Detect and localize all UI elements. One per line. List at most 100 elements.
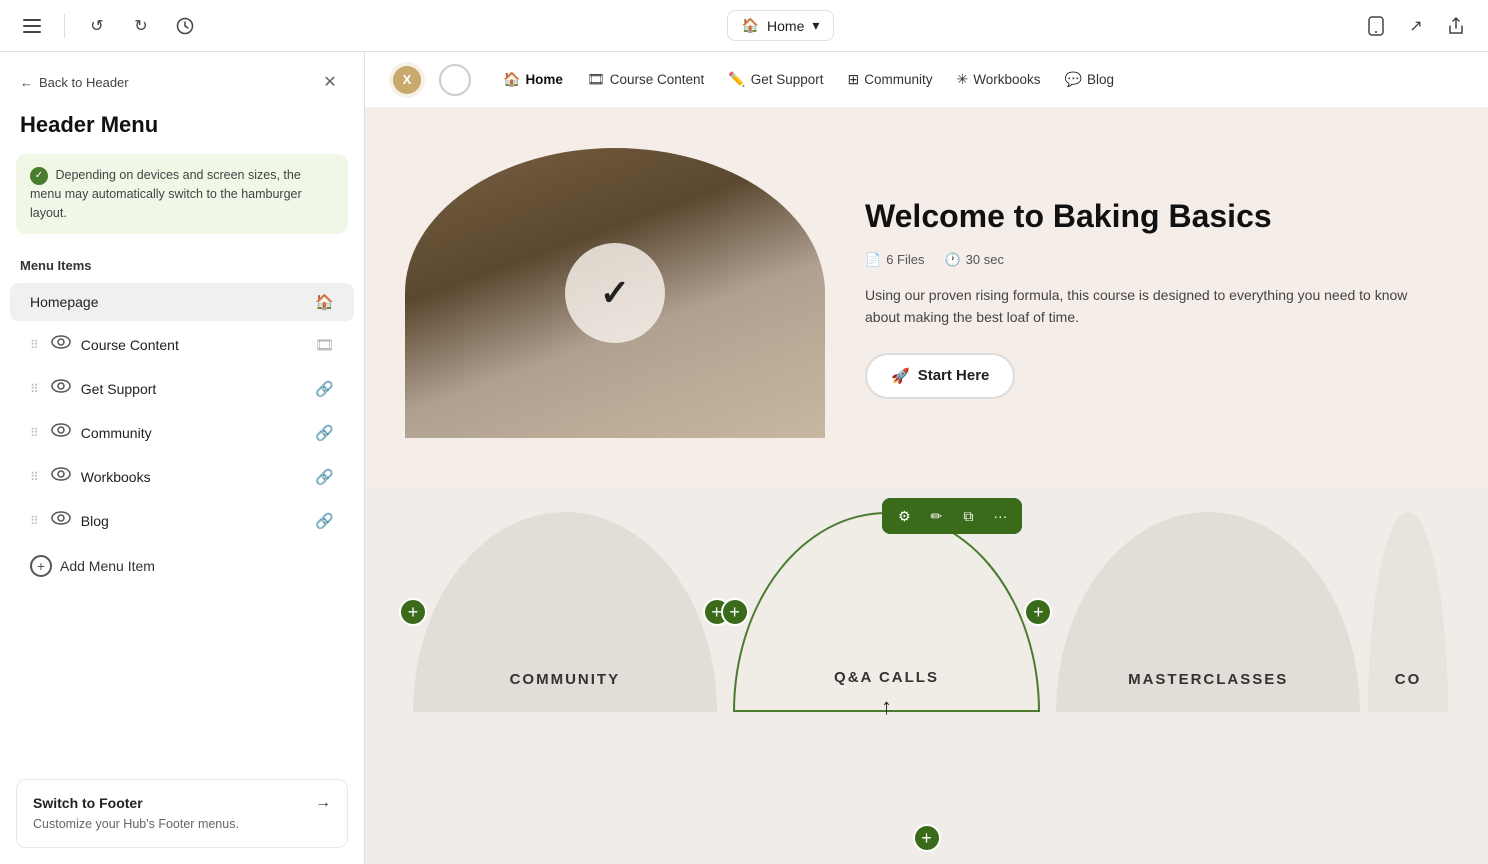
toolbar-right: ↗: [1360, 10, 1472, 42]
menu-items-label: Menu Items: [0, 250, 364, 281]
workbooks-nav-icon: ✳: [957, 71, 969, 88]
card-qa-calls[interactable]: ⚙ ✏ ⧉ ··· + Q&A CALLS + ↑: [733, 512, 1041, 712]
nav-link-home[interactable]: 🏠 Home: [493, 65, 573, 94]
drag-handle-blog[interactable]: ⠿: [30, 514, 39, 528]
nav-workbooks-label: Workbooks: [973, 72, 1040, 87]
divider-1: [64, 14, 65, 38]
eye-icon-get-support: [51, 379, 71, 399]
support-nav-icon: ✏️: [728, 71, 745, 88]
preview-area: X 🏠 Home 🎞 Course Content ✏️ Get Support…: [365, 52, 1488, 864]
undo-button[interactable]: ↺: [81, 10, 113, 42]
hero-checkmark-overlay: ✓: [565, 243, 665, 343]
menu-item-get-support[interactable]: ⠿ Get Support 🔗: [10, 369, 354, 409]
home-dropdown[interactable]: 🏠 Home ▾: [727, 10, 835, 41]
chevron-down-icon: ▾: [812, 17, 819, 34]
menu-icon[interactable]: [16, 10, 48, 42]
community-card-label: COMMUNITY: [510, 671, 621, 688]
rocket-icon: 🚀: [891, 367, 910, 385]
menu-item-community[interactable]: ⠿ Community 🔗: [10, 413, 354, 453]
add-menu-item-label: Add Menu Item: [60, 558, 155, 574]
hero-image: ✓: [405, 148, 825, 438]
add-before-qa-button[interactable]: +: [721, 598, 749, 626]
add-menu-item-button[interactable]: + Add Menu Item: [10, 545, 354, 587]
drag-handle-get-support[interactable]: ⠿: [30, 382, 39, 396]
menu-item-blog[interactable]: ⠿ Blog 🔗: [10, 501, 354, 541]
add-after-qa-button[interactable]: +: [1024, 598, 1052, 626]
nav-link-workbooks[interactable]: ✳ Workbooks: [947, 65, 1051, 94]
nav-links: 🏠 Home 🎞 Course Content ✏️ Get Support ⊞…: [493, 65, 1464, 94]
homepage-label: Homepage: [30, 294, 305, 310]
card-masterclasses[interactable]: MASTERCLASSES: [1056, 512, 1360, 712]
nav-link-course-content[interactable]: 🎞 Course Content: [577, 65, 714, 94]
workbooks-action-icon: 🔗: [315, 468, 334, 486]
menu-item-course-content[interactable]: ⠿ Course Content 🎞: [10, 325, 354, 365]
top-toolbar: ↺ ↻ 🏠 Home ▾ ↗: [0, 0, 1488, 52]
card-more-button[interactable]: ···: [986, 502, 1014, 530]
history-button[interactable]: [169, 10, 201, 42]
community-label: Community: [81, 425, 306, 441]
switch-footer-arrow-icon[interactable]: →: [315, 794, 331, 812]
hero-duration: 🕐 30 sec: [944, 252, 1004, 268]
menu-item-homepage[interactable]: Homepage 🏠: [10, 283, 354, 321]
home-label: Home: [767, 18, 804, 34]
mobile-view-button[interactable]: [1360, 10, 1392, 42]
course-content-label: Course Content: [81, 337, 305, 353]
nav-link-blog[interactable]: 💬 Blog: [1055, 65, 1124, 94]
share-button[interactable]: [1440, 10, 1472, 42]
redo-button[interactable]: ↻: [125, 10, 157, 42]
hero-meta: 📄 6 Files 🕐 30 sec: [865, 252, 1428, 268]
files-label: 6 Files: [886, 252, 924, 267]
external-link-button[interactable]: ↗: [1400, 10, 1432, 42]
hero-description: Using our proven rising formula, this co…: [865, 284, 1428, 329]
start-here-button[interactable]: 🚀 Start Here: [865, 353, 1015, 399]
card-community[interactable]: + COMMUNITY +: [413, 512, 717, 712]
card-toolbar: ⚙ ✏ ⧉ ···: [882, 498, 1022, 534]
nav-link-get-support[interactable]: ✏️ Get Support: [718, 65, 833, 94]
home-icon: 🏠: [742, 17, 759, 34]
eye-icon-workbooks: [51, 467, 71, 487]
menu-item-workbooks[interactable]: ⠿ Workbooks 🔗: [10, 457, 354, 497]
blog-nav-icon: 💬: [1065, 71, 1082, 88]
add-before-community-button[interactable]: +: [399, 598, 427, 626]
sidebar: ← Back to Header ✕ Header Menu ✓ Dependi…: [0, 52, 365, 864]
drag-handle-course-content[interactable]: ⠿: [30, 338, 39, 352]
card-settings-button[interactable]: ⚙: [890, 502, 918, 530]
drag-handle-workbooks[interactable]: ⠿: [30, 470, 39, 484]
homepage-action-icon: 🏠: [315, 293, 334, 311]
sidebar-title: Header Menu: [0, 104, 364, 154]
info-text: Depending on devices and screen sizes, t…: [30, 168, 302, 220]
nav-link-community[interactable]: ⊞ Community: [838, 65, 943, 94]
drag-handle-community[interactable]: ⠿: [30, 426, 39, 440]
back-button[interactable]: ← Back to Header: [20, 75, 129, 90]
course-content-action-icon: 🎞: [315, 336, 334, 354]
info-icon: ✓: [30, 167, 48, 185]
qa-calls-card-label: Q&A CALLS: [834, 669, 939, 686]
cards-section: + COMMUNITY + ⚙ ✏ ⧉ ··· + Q&A CALLS + ↑: [365, 488, 1488, 864]
back-arrow-icon: ←: [20, 75, 33, 90]
blog-action-icon: 🔗: [315, 512, 334, 530]
card-truncated[interactable]: CO: [1368, 512, 1448, 712]
add-below-button[interactable]: +: [913, 824, 941, 852]
hero-content: Welcome to Baking Basics 📄 6 Files 🕐 30 …: [865, 197, 1428, 398]
nav-blog-label: Blog: [1087, 72, 1114, 87]
course-nav-icon: 🎞: [587, 71, 605, 88]
start-btn-label: Start Here: [918, 367, 990, 384]
get-support-action-icon: 🔗: [315, 380, 334, 398]
workbooks-label: Workbooks: [81, 469, 306, 485]
clock-icon: 🕐: [944, 252, 960, 268]
switch-footer-row: Switch to Footer →: [33, 794, 331, 812]
card-duplicate-button[interactable]: ⧉: [954, 502, 982, 530]
masterclasses-card-label: MASTERCLASSES: [1128, 671, 1288, 688]
duration-label: 30 sec: [966, 252, 1004, 267]
hero-section: ✓ Welcome to Baking Basics 📄 6 Files 🕐 3…: [365, 108, 1488, 488]
switch-footer-title: Switch to Footer: [33, 795, 143, 811]
switch-to-footer[interactable]: Switch to Footer → Customize your Hub's …: [16, 779, 348, 849]
hero-title: Welcome to Baking Basics: [865, 197, 1428, 235]
close-button[interactable]: ✕: [316, 68, 344, 96]
card-edit-button[interactable]: ✏: [922, 502, 950, 530]
files-icon: 📄: [865, 252, 881, 268]
nav-logo: X: [389, 62, 425, 98]
nav-course-content-label: Course Content: [610, 72, 705, 87]
community-action-icon: 🔗: [315, 424, 334, 442]
nav-community-label: Community: [864, 72, 932, 87]
